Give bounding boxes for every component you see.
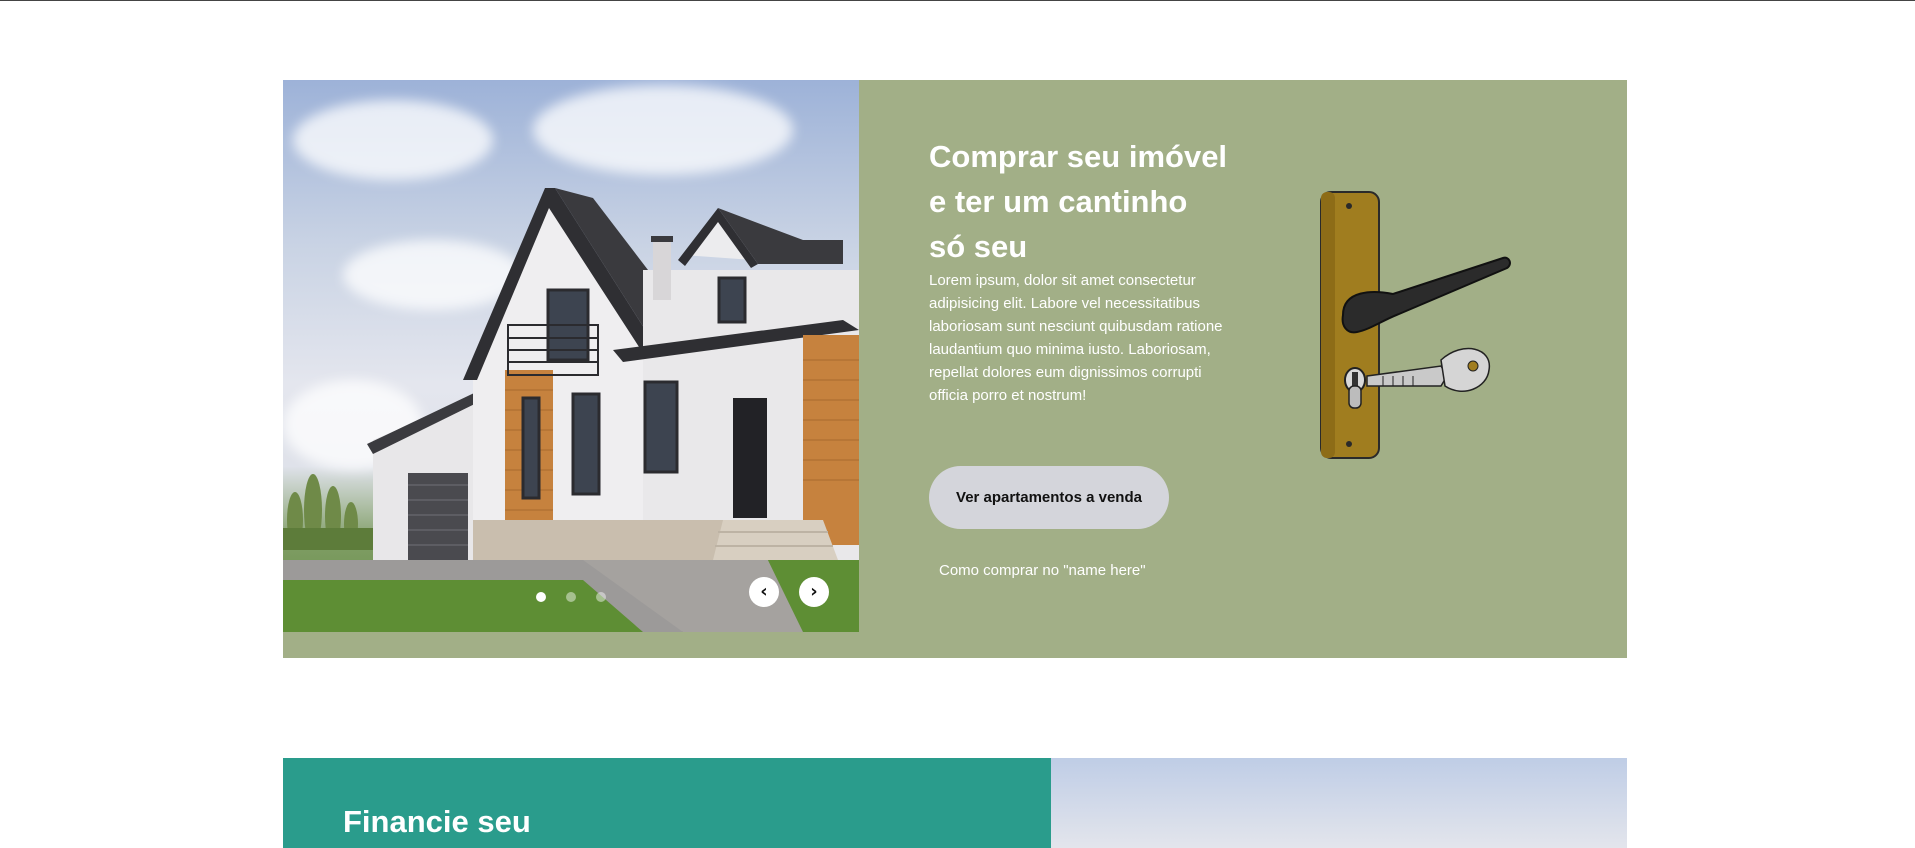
slider-next-button[interactable]: › <box>799 577 829 607</box>
how-to-buy-link[interactable]: Como comprar no "name here" <box>939 562 1146 579</box>
hero-title: Comprar seu imóvel e ter um cantinho só … <box>929 139 1228 264</box>
hero-content: Comprar seu imóvel e ter um cantinho só … <box>929 134 1229 407</box>
slider-dot[interactable] <box>536 592 546 602</box>
slider-dot[interactable] <box>566 592 576 602</box>
top-divider <box>0 0 1915 1</box>
view-apartments-button[interactable]: Ver apartamentos a venda <box>929 466 1169 529</box>
chevron-left-icon: ‹ <box>760 581 768 602</box>
door-handle-key-icon <box>1320 191 1511 459</box>
slider-dots <box>536 592 606 602</box>
house-photo <box>283 188 859 632</box>
slider-dot[interactable] <box>596 592 606 602</box>
hero-banner: ‹ › Comprar seu imóvel e ter um cantinho… <box>283 80 1627 658</box>
hero-description: Lorem ipsum, dolor sit amet consectetur … <box>929 272 1223 404</box>
slider-prev-button[interactable]: ‹ <box>749 577 779 607</box>
chevron-right-icon: › <box>810 581 818 602</box>
hero-image-slider[interactable]: ‹ › <box>283 80 859 632</box>
